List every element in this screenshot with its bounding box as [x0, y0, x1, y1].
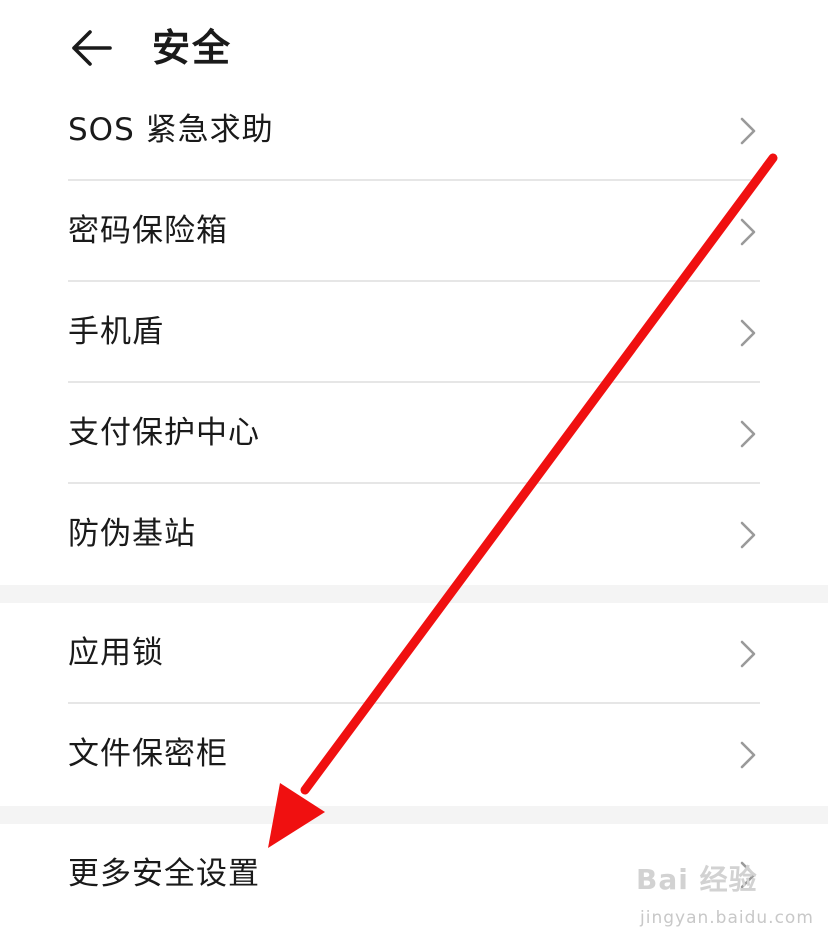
- arrow-left-icon: [72, 30, 112, 66]
- list-item-label: 手机盾: [68, 314, 164, 350]
- chevron-right-icon: [740, 521, 756, 549]
- list-item-label: 文件保密柜: [68, 736, 228, 772]
- chevron-right-icon: [740, 319, 756, 347]
- page-title: 安全: [152, 26, 233, 70]
- list-item-label: 密码保险箱: [68, 213, 228, 249]
- chevron-right-icon: [740, 640, 756, 668]
- chevron-right-icon: [740, 218, 756, 246]
- list-item-label: 更多安全设置: [68, 856, 260, 892]
- list-item-label: SOS 紧急求助: [68, 112, 274, 148]
- watermark-logo: Bai 经验: [636, 863, 758, 896]
- list-item-file-safe[interactable]: 文件保密柜: [0, 704, 828, 805]
- list-item-sos[interactable]: SOS 紧急求助: [0, 80, 828, 181]
- settings-group-security: SOS 紧急求助 密码保险箱 手机盾 支付保护中心 防伪基站: [0, 80, 828, 585]
- chevron-right-icon: [740, 117, 756, 145]
- list-item-phone-shield[interactable]: 手机盾: [0, 282, 828, 383]
- list-item-password-vault[interactable]: 密码保险箱: [0, 181, 828, 282]
- list-item-fake-base-station[interactable]: 防伪基站: [0, 484, 828, 585]
- section-separator: [0, 806, 828, 824]
- list-item-label: 支付保护中心: [68, 415, 260, 451]
- list-item-label: 防伪基站: [68, 516, 196, 552]
- list-item-app-lock[interactable]: 应用锁: [0, 603, 828, 704]
- list-item-label: 应用锁: [68, 635, 164, 671]
- back-button[interactable]: [68, 26, 116, 70]
- settings-group-locks: 应用锁 文件保密柜: [0, 603, 828, 805]
- list-item-payment-protection[interactable]: 支付保护中心: [0, 383, 828, 484]
- chevron-right-icon: [740, 420, 756, 448]
- section-separator: [0, 585, 828, 603]
- chevron-right-icon: [740, 741, 756, 769]
- watermark-url: jingyan.baidu.com: [640, 908, 814, 928]
